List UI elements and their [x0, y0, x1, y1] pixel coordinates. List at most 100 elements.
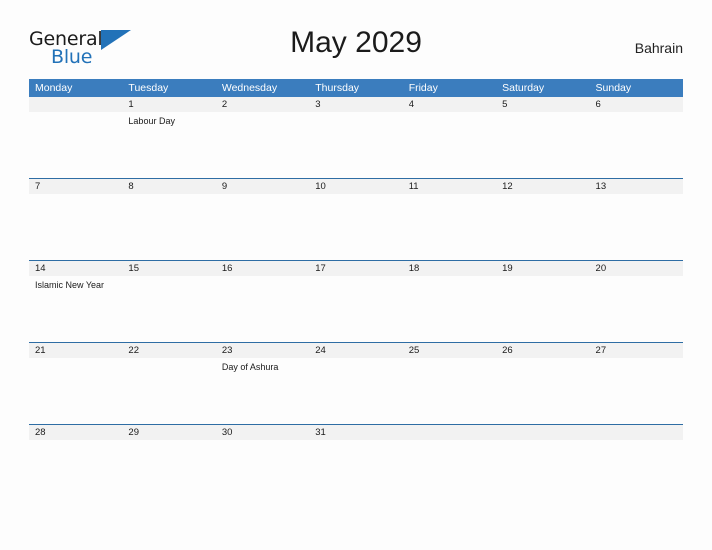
weekday-header-sunday: Sunday — [595, 82, 632, 94]
calendar-week-row: 14 15 16 17 18 19 20 Islamic New Year — [29, 260, 683, 342]
day-cell[interactable] — [122, 194, 215, 260]
day-cell[interactable]: Labour Day — [122, 112, 215, 178]
day-event-row: Islamic New Year — [29, 276, 683, 342]
day-number[interactable]: 19 — [496, 261, 589, 276]
day-number[interactable]: 25 — [403, 343, 496, 358]
day-number[interactable]: 8 — [122, 179, 215, 194]
day-cell[interactable] — [309, 358, 402, 424]
day-number[interactable]: 17 — [309, 261, 402, 276]
day-cell[interactable]: Islamic New Year — [29, 276, 122, 342]
day-number[interactable] — [496, 425, 589, 440]
day-number[interactable]: 24 — [309, 343, 402, 358]
day-cell[interactable] — [122, 358, 215, 424]
day-cell[interactable] — [216, 112, 309, 178]
day-number[interactable]: 31 — [309, 425, 402, 440]
day-number[interactable]: 12 — [496, 179, 589, 194]
day-number[interactable] — [403, 425, 496, 440]
day-number[interactable]: 4 — [403, 97, 496, 112]
weekday-header-friday: Friday — [408, 82, 438, 94]
day-event-row — [29, 194, 683, 260]
day-cell[interactable] — [29, 358, 122, 424]
day-event-row — [29, 440, 683, 462]
day-number[interactable]: 2 — [216, 97, 309, 112]
day-cell[interactable] — [403, 276, 496, 342]
day-number[interactable]: 10 — [309, 179, 402, 194]
day-cell[interactable] — [403, 440, 496, 462]
weekday-header-saturday: Saturday — [502, 82, 545, 94]
day-cell[interactable] — [309, 194, 402, 260]
day-cell[interactable] — [216, 194, 309, 260]
day-number[interactable]: 3 — [309, 97, 402, 112]
day-number-row: 7 8 9 10 11 12 13 — [29, 179, 683, 194]
day-cell[interactable] — [496, 276, 589, 342]
holiday-label: Islamic New Year — [35, 280, 105, 290]
day-number[interactable]: 23 — [216, 343, 309, 358]
day-cell[interactable] — [216, 276, 309, 342]
weekday-header-monday: Monday — [35, 82, 73, 94]
day-number-row: 21 22 23 24 25 26 27 — [29, 343, 683, 358]
day-cell[interactable] — [590, 440, 683, 462]
day-number[interactable]: 20 — [590, 261, 683, 276]
day-cell[interactable] — [309, 276, 402, 342]
day-cell[interactable] — [29, 440, 122, 462]
day-number-row: 14 15 16 17 18 19 20 — [29, 261, 683, 276]
day-number-row: 28 29 30 31 — [29, 425, 683, 440]
day-cell[interactable] — [496, 440, 589, 462]
day-number[interactable]: 22 — [122, 343, 215, 358]
calendar-grid: Monday Tuesday Wednesday Thursday Friday… — [29, 79, 683, 462]
day-number[interactable]: 28 — [29, 425, 122, 440]
day-cell[interactable] — [496, 112, 589, 178]
day-cell[interactable] — [590, 358, 683, 424]
calendar-week-row: 7 8 9 10 11 12 13 — [29, 178, 683, 260]
calendar-page: General Blue May 2029 Bahrain Monday Tue… — [0, 0, 712, 550]
day-cell[interactable] — [403, 358, 496, 424]
day-cell[interactable] — [29, 194, 122, 260]
day-cell[interactable] — [590, 112, 683, 178]
weekday-header-row: Monday Tuesday Wednesday Thursday Friday… — [29, 79, 683, 97]
day-number[interactable]: 14 — [29, 261, 122, 276]
day-number[interactable]: 29 — [122, 425, 215, 440]
day-cell[interactable] — [309, 440, 402, 462]
day-cell[interactable] — [590, 194, 683, 260]
day-cell[interactable] — [29, 112, 122, 178]
day-cell[interactable] — [403, 194, 496, 260]
day-cell[interactable] — [496, 358, 589, 424]
day-number[interactable]: 13 — [590, 179, 683, 194]
weekday-header-wednesday: Wednesday — [221, 82, 278, 94]
page-title: May 2029 — [290, 26, 422, 59]
day-number[interactable]: 21 — [29, 343, 122, 358]
page-header: General Blue May 2029 Bahrain — [29, 26, 683, 72]
day-number[interactable]: 11 — [403, 179, 496, 194]
day-number[interactable] — [29, 97, 122, 112]
weekday-header-thursday: Thursday — [315, 82, 360, 94]
holiday-label: Labour Day — [128, 116, 175, 126]
day-number[interactable]: 27 — [590, 343, 683, 358]
calendar-week-row: 1 2 3 4 5 6 Labour Day — [29, 97, 683, 178]
day-number[interactable]: 30 — [216, 425, 309, 440]
day-cell[interactable] — [590, 276, 683, 342]
day-cell[interactable] — [403, 112, 496, 178]
day-cell[interactable]: Day of Ashura — [216, 358, 309, 424]
calendar-week-row: 21 22 23 24 25 26 27 Day of Ashura — [29, 342, 683, 424]
day-number[interactable] — [590, 425, 683, 440]
day-cell[interactable] — [122, 440, 215, 462]
day-number[interactable]: 7 — [29, 179, 122, 194]
day-cell[interactable] — [216, 440, 309, 462]
day-event-row: Day of Ashura — [29, 358, 683, 424]
day-number[interactable]: 5 — [496, 97, 589, 112]
day-number[interactable]: 18 — [403, 261, 496, 276]
calendar-week-row: 28 29 30 31 — [29, 424, 683, 462]
day-number[interactable]: 15 — [122, 261, 215, 276]
day-cell[interactable] — [309, 112, 402, 178]
day-number[interactable]: 26 — [496, 343, 589, 358]
weekday-header-tuesday: Tuesday — [128, 82, 169, 94]
day-event-row: Labour Day — [29, 112, 683, 178]
day-number-row: 1 2 3 4 5 6 — [29, 97, 683, 112]
day-cell[interactable] — [496, 194, 589, 260]
country-label: Bahrain — [634, 40, 683, 56]
day-number[interactable]: 16 — [216, 261, 309, 276]
day-cell[interactable] — [122, 276, 215, 342]
day-number[interactable]: 1 — [122, 97, 215, 112]
day-number[interactable]: 6 — [590, 97, 683, 112]
day-number[interactable]: 9 — [216, 179, 309, 194]
